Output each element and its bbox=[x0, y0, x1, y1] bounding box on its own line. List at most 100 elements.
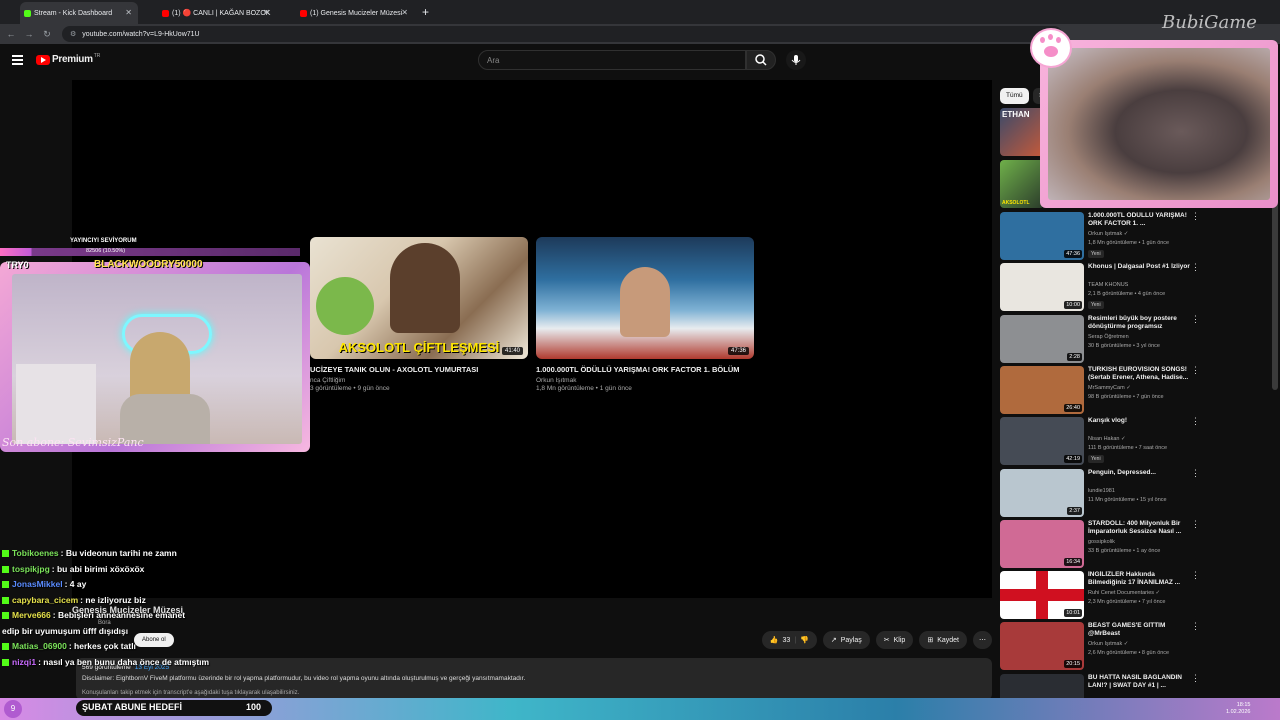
more-options-icon[interactable]: ⋮ bbox=[1191, 469, 1200, 478]
back-icon[interactable]: ← bbox=[4, 29, 18, 39]
related-video-title[interactable]: İNGİLİZLER Hakkında Bilmediğiniz 17 İNAN… bbox=[1088, 571, 1192, 587]
site-info-icon[interactable]: ⚙ bbox=[70, 30, 76, 38]
cat-cam-frame bbox=[1040, 40, 1278, 208]
browser-tab-kick[interactable]: Stream - Kick Dashboard ✕ bbox=[20, 2, 138, 24]
related-video-item[interactable]: 2:28 Resimleri büyük boy postere dönüştür… bbox=[1000, 315, 1204, 363]
sidebar-thumb-partial[interactable]: ETHAN bbox=[1000, 108, 1044, 156]
more-options-icon[interactable]: ⋮ bbox=[1191, 315, 1200, 324]
endscreen-channel: Orkun Işıtmak bbox=[536, 377, 577, 384]
more-options-icon[interactable]: ⋮ bbox=[1191, 417, 1200, 426]
url-field[interactable]: ⚙ youtube.com/watch?v=L9-HkUow71U bbox=[62, 26, 1062, 42]
chip-all[interactable]: Tümü bbox=[1000, 88, 1029, 104]
related-video-item[interactable]: 26:40 TURKISH EUROVISION SONGS! (Sertab E… bbox=[1000, 366, 1204, 414]
endscreen-title[interactable]: UCİZEYE TANIK OLUN - AXOLOTL YUMURTASI bbox=[310, 365, 528, 374]
close-tab-icon[interactable]: ✕ bbox=[125, 8, 132, 17]
axolotl-circle bbox=[316, 277, 374, 335]
new-tab-button[interactable]: + bbox=[422, 5, 429, 19]
endscreen-thumbnail[interactable]: AKSOLOTL ÇİFTLEŞMESİ 41:40 bbox=[310, 237, 528, 359]
chat-username[interactable]: Tobikoenes bbox=[12, 548, 59, 558]
related-video-title[interactable]: STARDOLL: 400 Milyonluk Bir İmparatorluk… bbox=[1088, 520, 1192, 536]
related-video-channel: Serap Öğretmen bbox=[1088, 334, 1129, 340]
thumbs-down-icon[interactable]: 👎 bbox=[800, 636, 809, 644]
related-video-title[interactable]: TURKISH EUROVISION SONGS! (Sertab Erener… bbox=[1088, 366, 1192, 382]
sidebar-thumb-partial[interactable]: AKSOLOTL bbox=[1000, 160, 1044, 208]
more-options-icon[interactable]: ⋮ bbox=[1191, 674, 1200, 683]
duration-badge: 20:15 bbox=[1064, 660, 1082, 668]
chat-username[interactable]: capybara_cicem bbox=[12, 595, 78, 605]
kick-badge-icon bbox=[2, 581, 9, 589]
search-input[interactable]: Ara bbox=[478, 50, 746, 70]
more-options-icon[interactable]: ⋮ bbox=[1191, 622, 1200, 631]
related-video-item[interactable]: 16:34 STARDOLL: 400 Milyonluk Bir İmparat… bbox=[1000, 520, 1204, 568]
more-options-icon[interactable]: ⋮ bbox=[1191, 263, 1200, 272]
browser-tab-bar: Stream - Kick Dashboard ✕ (1) 🔴 CANLI | … bbox=[0, 0, 1280, 24]
chat-username[interactable]: tospikjpg bbox=[12, 564, 50, 574]
close-tab-icon[interactable]: ✕ bbox=[401, 8, 408, 17]
related-video-thumbnail[interactable]: 2:37 bbox=[1000, 469, 1084, 517]
browser-tab-canli[interactable]: (1) 🔴 CANLI | KAĞAN BOZOK ✕ bbox=[158, 2, 276, 24]
save-button[interactable]: ⊞ Kaydet bbox=[919, 631, 967, 649]
related-video-item[interactable]: 47:36 1.000.000TL ÖDÜLLÜ YARIŞMA! ORK FAC… bbox=[1000, 212, 1204, 260]
related-video-meta: 33 B görüntüleme • 1 ay önce bbox=[1088, 548, 1161, 554]
related-video-thumbnail[interactable]: 42:19 bbox=[1000, 417, 1084, 465]
endscreen-video-1[interactable]: AKSOLOTL ÇİFTLEŞMESİ 41:40 UCİZEYE TANIK… bbox=[310, 237, 528, 392]
related-video-thumbnail[interactable]: 2:28 bbox=[1000, 315, 1084, 363]
related-video-thumbnail[interactable]: 10:01 bbox=[1000, 571, 1084, 619]
related-video-title[interactable]: Karışık vlog! bbox=[1088, 417, 1192, 425]
goal-label: ŞUBAT ABUNE HEDEFİ bbox=[82, 702, 183, 712]
endscreen-title[interactable]: 1.000.000TL ÖDÜLLÜ YARIŞMA! ORK FACTOR 1… bbox=[536, 365, 754, 374]
voice-search-button[interactable] bbox=[786, 50, 806, 70]
more-options-icon[interactable]: ⋮ bbox=[1191, 571, 1200, 580]
browser-tab-genesis[interactable]: (1) Genesis Mucizeler Müzesi - ✕ bbox=[296, 2, 414, 24]
forward-icon[interactable]: → bbox=[22, 29, 36, 39]
microphone-icon bbox=[791, 55, 801, 65]
kick-badge-icon bbox=[2, 596, 9, 604]
related-video-thumbnail[interactable]: 20:15 bbox=[1000, 622, 1084, 670]
description-box[interactable]: 569 görüntüleme 13 Eyl 2025 Disclaimer: E… bbox=[76, 658, 992, 700]
related-video-title[interactable]: Khonus | Dalgasal Post #1 İzliyor bbox=[1088, 263, 1192, 271]
menu-icon[interactable] bbox=[12, 55, 23, 65]
streamer-webcam-frame bbox=[0, 262, 310, 452]
duration-badge: 2:37 bbox=[1067, 507, 1082, 515]
related-video-item[interactable]: 10:01 İNGİLİZLER Hakkında Bilmediğiniz 17… bbox=[1000, 571, 1204, 619]
share-button[interactable]: ↗ Paylaş bbox=[822, 631, 870, 649]
search-button[interactable] bbox=[746, 50, 776, 70]
clip-label: Klip bbox=[893, 636, 906, 644]
chat-username[interactable]: JonasMikkel bbox=[12, 579, 63, 589]
chat-message: Matias_06900: herkes çok tatlı bbox=[2, 639, 202, 655]
chat-username[interactable]: nizqi1 bbox=[12, 657, 36, 667]
more-options-icon[interactable]: ⋮ bbox=[1191, 366, 1200, 375]
more-options-icon[interactable]: ⋮ bbox=[1191, 212, 1200, 221]
more-actions-button[interactable]: ⋯ bbox=[973, 631, 992, 649]
chat-username[interactable]: Matias_06900 bbox=[12, 641, 67, 651]
more-options-icon[interactable]: ⋮ bbox=[1191, 520, 1200, 529]
related-video-item[interactable]: 10:00 Khonus | Dalgasal Post #1 İzliyor TE… bbox=[1000, 263, 1204, 311]
related-video-title[interactable]: BEAST GAMES'E GİTTİM @MrBeast bbox=[1088, 622, 1192, 638]
related-video-thumbnail[interactable]: 16:34 bbox=[1000, 520, 1084, 568]
like-button[interactable]: 👍 33 | 👎 bbox=[761, 631, 817, 649]
related-video-item[interactable]: 42:19 Karışık vlog! Nisan Hakan ✓ 111 B gör… bbox=[1000, 417, 1204, 465]
related-video-title[interactable]: Penguin, Depressed... bbox=[1088, 469, 1192, 477]
related-video-thumbnail[interactable]: 10:00 bbox=[1000, 263, 1084, 311]
related-video-item[interactable]: 20:15 BEAST GAMES'E GİTTİM @MrBeast Orkun … bbox=[1000, 622, 1204, 670]
endscreen-thumbnail[interactable]: 47:36 bbox=[536, 237, 754, 359]
related-video-thumbnail[interactable]: 26:40 bbox=[1000, 366, 1084, 414]
chat-message: Tobikoenes: Bu videonun tarihi ne zamn bbox=[2, 546, 202, 562]
related-video-thumbnail[interactable]: 47:36 bbox=[1000, 212, 1084, 260]
related-video-title[interactable]: 1.000.000TL ÖDÜLLÜ YARIŞMA! ORK FACTOR 1… bbox=[1088, 212, 1192, 228]
endscreen-video-2[interactable]: 47:36 1.000.000TL ÖDÜLLÜ YARIŞMA! ORK FA… bbox=[536, 237, 754, 392]
related-video-item[interactable]: 2:37 Penguin, Depressed... lundie1981 11 Mn… bbox=[1000, 469, 1204, 517]
reload-icon[interactable]: ↻ bbox=[40, 29, 54, 40]
duration-badge: 10:00 bbox=[1064, 301, 1082, 309]
duration-badge: 16:34 bbox=[1064, 558, 1082, 566]
close-tab-icon[interactable]: ✕ bbox=[263, 8, 270, 17]
related-video-channel: TEAM KHONUS bbox=[1088, 282, 1129, 288]
kick-badge-icon bbox=[2, 643, 9, 651]
related-video-title[interactable]: Resimleri büyük boy postere dönüştürme p… bbox=[1088, 315, 1192, 331]
related-video-channel: gossipkolik bbox=[1088, 539, 1115, 545]
clip-button[interactable]: ✂ Klip bbox=[875, 631, 914, 649]
related-video-title[interactable]: BU HATTA NASIL BAĞLANDIN LAN!? | SWAT DA… bbox=[1088, 674, 1192, 690]
kick-badge-icon bbox=[2, 658, 9, 666]
youtube-logo[interactable]: Premium TR bbox=[36, 53, 100, 65]
chat-username[interactable]: Merve666 bbox=[12, 610, 51, 620]
